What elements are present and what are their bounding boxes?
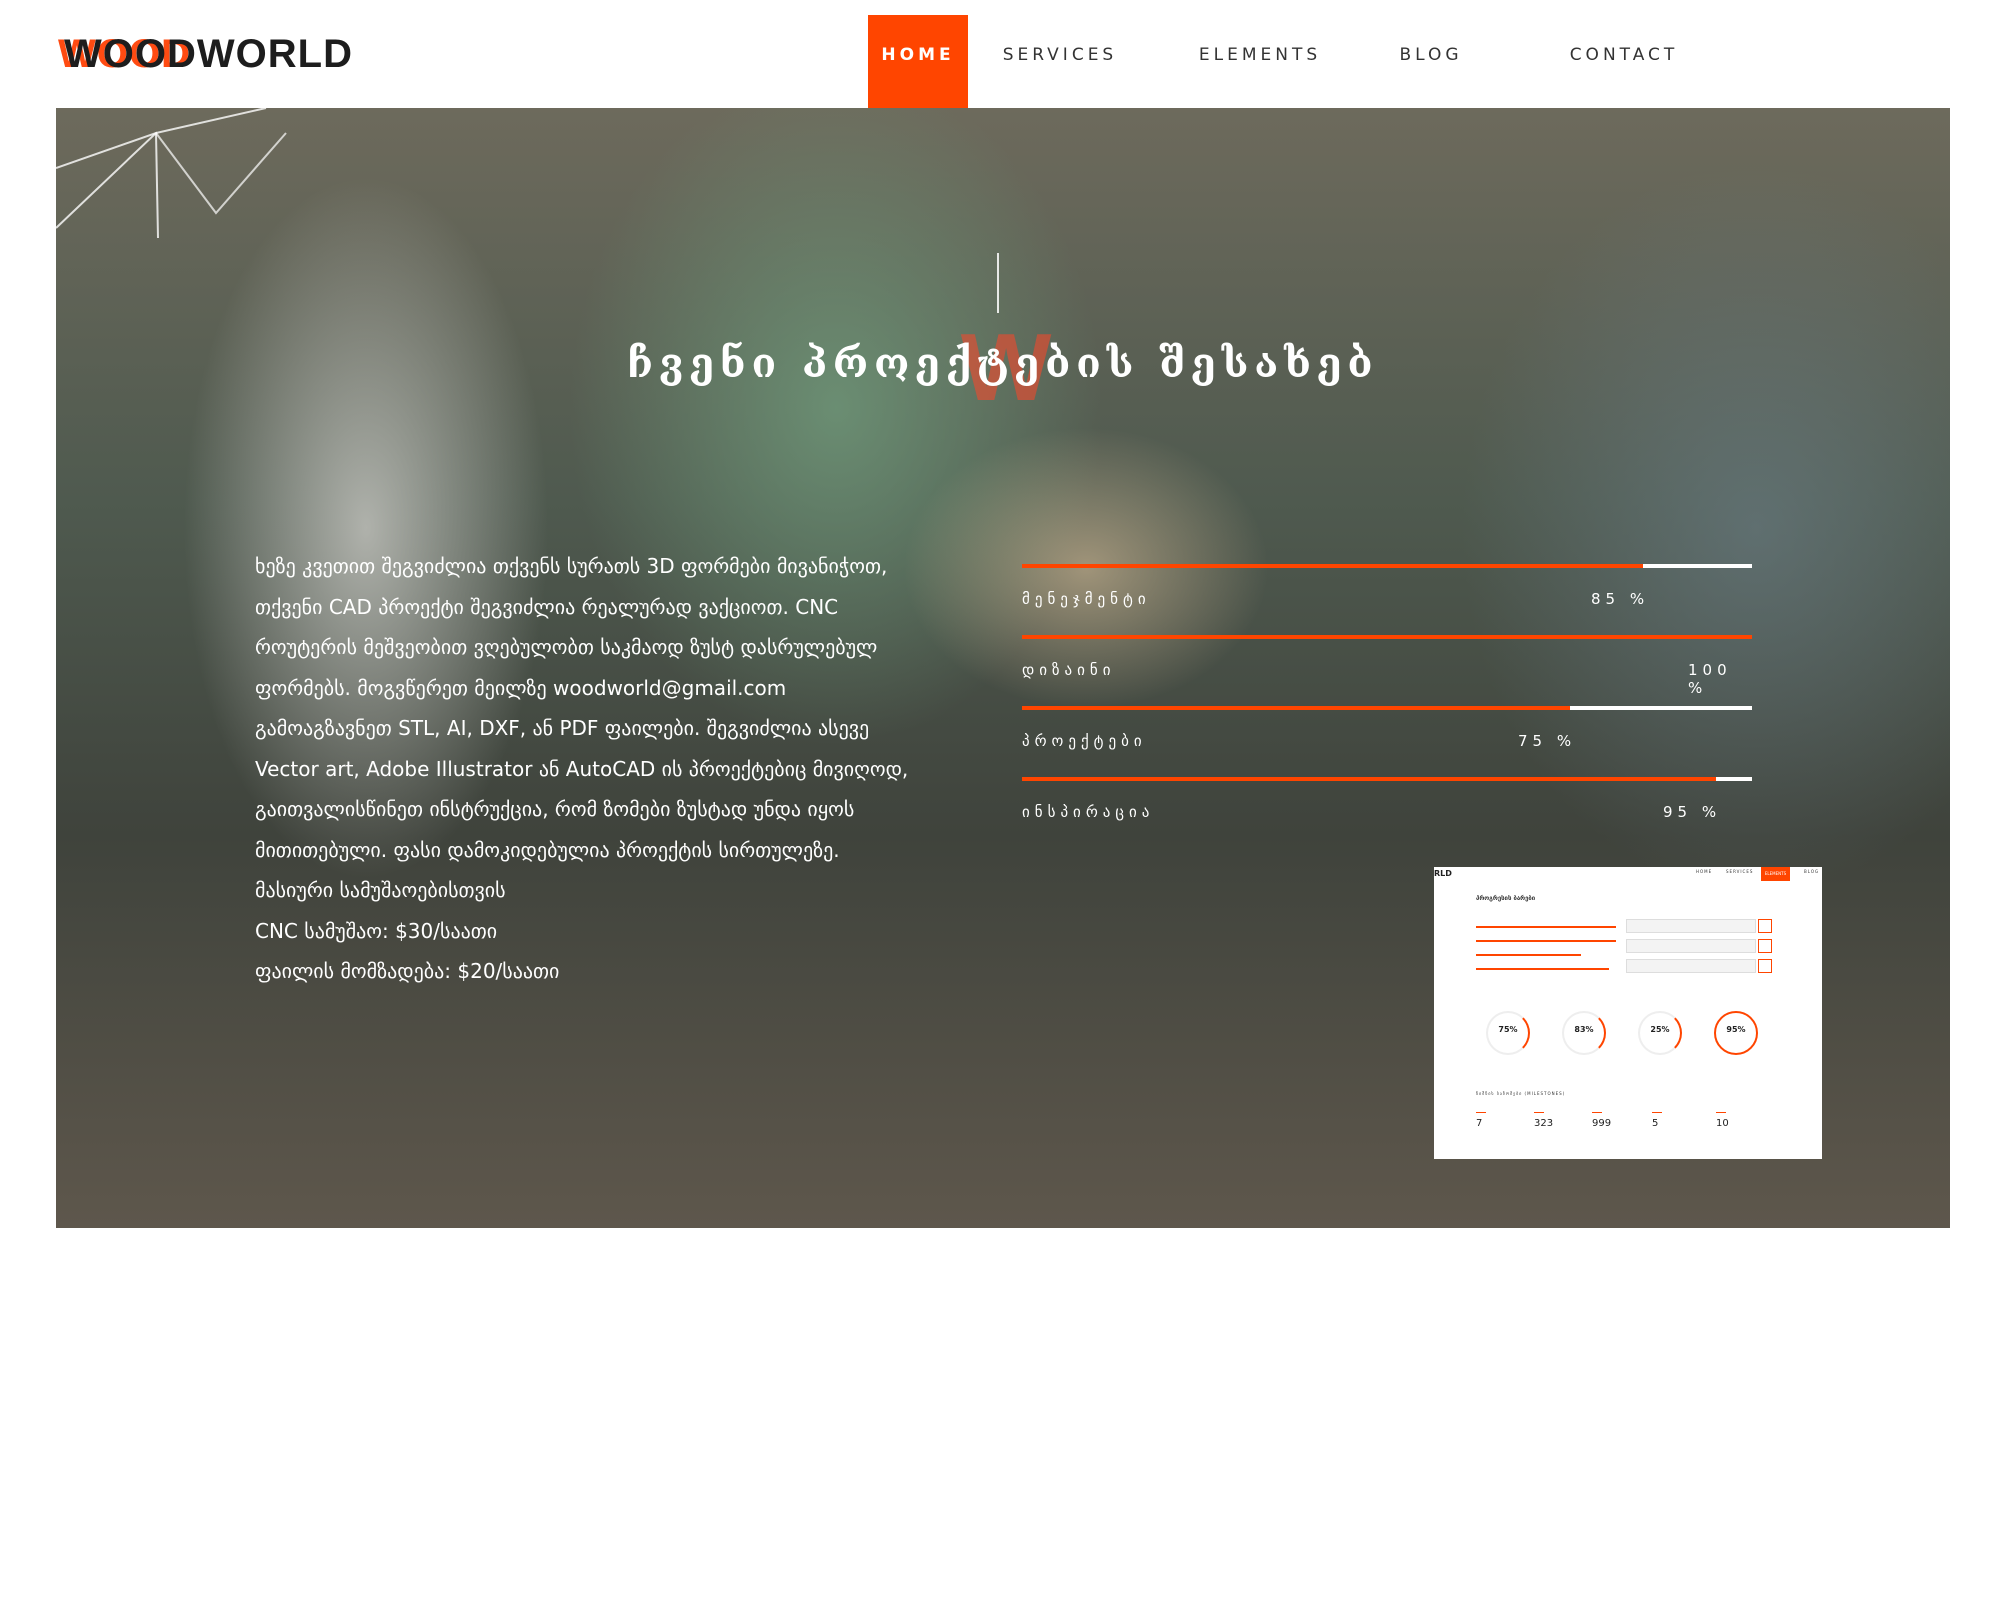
- milestone-number: 999: [1592, 1118, 1612, 1129]
- thumbnail-bar-fill: [1476, 940, 1616, 942]
- thumbnail-milestone: 10: [1716, 1112, 1766, 1129]
- skill-label: დიზაინი: [1022, 661, 1116, 679]
- site-header: WOOD WOOD WORLD HOME SERVICES ELEMENTS B…: [0, 0, 2000, 108]
- thumbnail-progress-circle: 75%: [1486, 1011, 1530, 1055]
- skill-value: 75 %: [1518, 732, 1577, 750]
- circle-value: 95%: [1726, 1025, 1746, 1034]
- thumbnail-nav-services: SERVICES: [1726, 869, 1754, 874]
- decorative-lines: [56, 108, 287, 239]
- hero-section: W ჩვენი პროექტების შესახებ ხეზე კვეთით შ…: [56, 108, 1950, 1228]
- thumbnail-milestone: 5: [1652, 1112, 1702, 1129]
- skill-item: პროექტები 75 %: [1022, 706, 1752, 777]
- logo-wood-text: WOOD: [64, 32, 197, 76]
- skill-bar-track: [1022, 564, 1752, 568]
- skill-bar-fill: [1022, 635, 1752, 639]
- nav-contact[interactable]: CONTACT: [1559, 15, 1689, 108]
- skill-label: მენეჯმენტი: [1022, 590, 1151, 608]
- thumbnail-field: [1626, 939, 1756, 953]
- milestone-number: 10: [1716, 1118, 1729, 1129]
- milestone-number: 5: [1652, 1118, 1659, 1129]
- page-title: ჩვენი პროექტების შესახებ: [627, 340, 1379, 387]
- logo-wood: WOOD WOOD: [58, 32, 197, 76]
- nav-home[interactable]: HOME: [868, 15, 968, 108]
- skill-bar-fill: [1022, 564, 1643, 568]
- about-line-cnc-price: CNC სამუშაო: $30/საათი: [255, 918, 498, 943]
- title-divider-line: [997, 253, 999, 313]
- thumbnail-field: [1626, 959, 1756, 973]
- skill-value: 95 %: [1663, 803, 1722, 821]
- thumbnail-milestone: 7: [1476, 1112, 1526, 1129]
- about-text: ხეზე კვეთით შეგვიძლია თქვენს სურათს 3D ფ…: [255, 546, 925, 992]
- site-logo[interactable]: WOOD WOOD WORLD: [58, 32, 353, 76]
- thumbnail-nav-blog: BLOG: [1804, 869, 1820, 874]
- thumbnail-field-button: [1758, 919, 1772, 933]
- thumbnail-milestones-title: ნიშნის საზომები (MILESTONES): [1476, 1091, 1566, 1096]
- about-line-bulk: მასიური სამუშაოებისთვის: [255, 878, 506, 902]
- thumbnail-progress-circle: 95%: [1714, 1011, 1758, 1055]
- skills-list: მენეჯმენტი 85 % დიზაინი 100 % პროექტები …: [1022, 564, 1752, 848]
- skill-value: 85 %: [1591, 590, 1650, 608]
- milestone-number: 323: [1534, 1118, 1554, 1129]
- skill-value: 100 %: [1688, 661, 1732, 697]
- skill-bar-track: [1022, 706, 1752, 710]
- nav-blog[interactable]: BLOG: [1391, 15, 1471, 108]
- thumbnail-bar-fill: [1476, 954, 1581, 956]
- skill-item: დიზაინი 100 %: [1022, 635, 1752, 706]
- thumbnail-bar-fill: [1476, 968, 1609, 970]
- milestone-number: 7: [1476, 1118, 1483, 1129]
- logo-world-text: WORLD: [196, 32, 353, 76]
- about-line-file-price: ფაილის მომზადება: $20/საათი: [255, 959, 560, 983]
- thumbnail-nav-home: HOME: [1696, 869, 1713, 874]
- nav-services[interactable]: SERVICES: [1000, 15, 1120, 108]
- nav-elements[interactable]: ELEMENTS: [1195, 15, 1325, 108]
- circle-value: 25%: [1650, 1025, 1670, 1034]
- circle-value: 83%: [1574, 1025, 1594, 1034]
- thumbnail-progress-circle: 83%: [1562, 1011, 1606, 1055]
- skill-item: მენეჯმენტი 85 %: [1022, 564, 1752, 635]
- thumbnail-milestone: 323: [1534, 1112, 1584, 1129]
- thumbnail-bar: [1476, 961, 1616, 975]
- skill-bar-track: [1022, 635, 1752, 639]
- page-preview-thumbnail[interactable]: RLD HOME SERVICES ELEMENTS BLOG პროგრესი…: [1434, 867, 1822, 1159]
- skill-bar-track: [1022, 777, 1752, 781]
- about-paragraph: ხეზე კვეთით შეგვიძლია თქვენს სურათს 3D ფ…: [255, 554, 909, 862]
- thumbnail-bar: [1476, 933, 1616, 947]
- circle-value: 75%: [1498, 1025, 1518, 1034]
- thumbnail-bar-fill: [1476, 926, 1616, 928]
- skill-bar-fill: [1022, 706, 1570, 710]
- thumbnail-progress-circle: 25%: [1638, 1011, 1682, 1055]
- thumbnail-heading: პროგრესის ბარები: [1476, 895, 1536, 902]
- skill-item: ინსპირაცია 95 %: [1022, 777, 1752, 848]
- thumbnail-nav-elements: ELEMENTS: [1761, 867, 1790, 881]
- thumbnail-field-button: [1758, 939, 1772, 953]
- thumbnail-field-button: [1758, 959, 1772, 973]
- skill-label: ინსპირაცია: [1022, 803, 1155, 821]
- thumbnail-logo: RLD: [1434, 869, 1452, 878]
- thumbnail-bar: [1476, 919, 1616, 933]
- skill-label: პროექტები: [1022, 732, 1147, 750]
- thumbnail-field: [1626, 919, 1756, 933]
- skill-bar-fill: [1022, 777, 1716, 781]
- thumbnail-milestone: 999: [1592, 1112, 1642, 1129]
- thumbnail-bar: [1476, 947, 1616, 961]
